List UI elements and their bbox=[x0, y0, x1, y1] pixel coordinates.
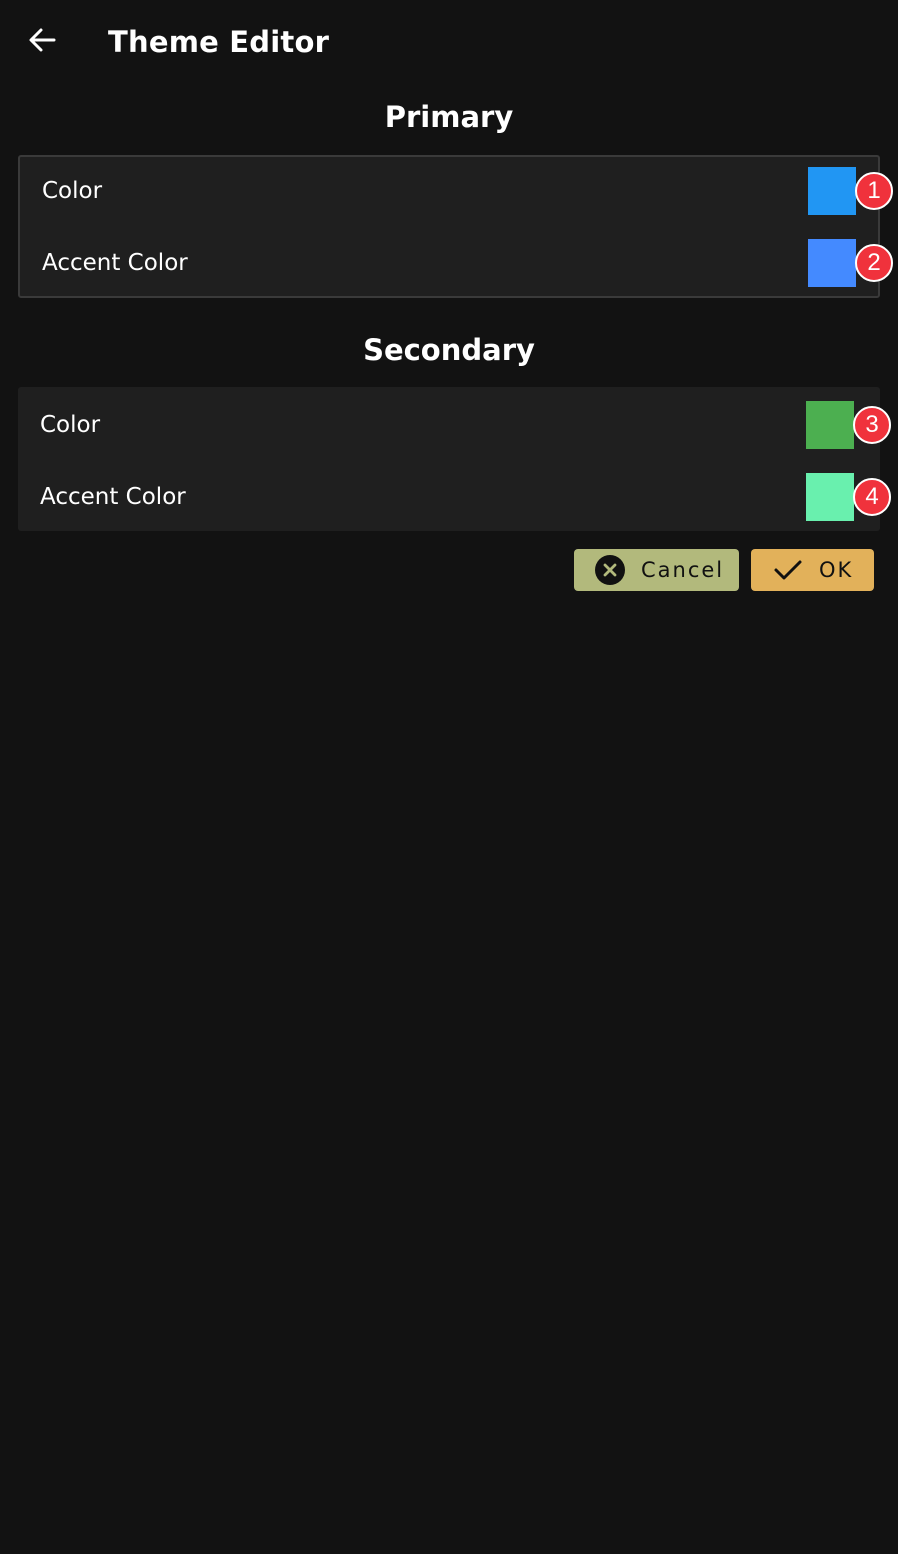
check-icon bbox=[773, 558, 803, 582]
section-title-secondary: Secondary bbox=[363, 333, 535, 367]
cancel-label: Cancel bbox=[641, 558, 725, 582]
row-label: Color bbox=[42, 178, 103, 204]
close-circle-icon bbox=[595, 555, 625, 585]
marker-badge: 1 bbox=[855, 172, 893, 210]
primary-colors-card: Color 1 Accent Color 2 bbox=[18, 155, 893, 298]
ok-button[interactable]: OK bbox=[751, 549, 874, 591]
section-title-primary: Primary bbox=[384, 100, 514, 134]
primary-accent-swatch[interactable] bbox=[808, 239, 856, 287]
secondary-accent-swatch[interactable] bbox=[806, 473, 854, 521]
app-bar: Theme Editor bbox=[0, 0, 898, 88]
secondary-color-row[interactable]: Color 3 bbox=[18, 395, 891, 455]
primary-color-row[interactable]: Color 1 bbox=[20, 161, 893, 221]
row-label: Accent Color bbox=[40, 484, 186, 510]
ok-label: OK bbox=[819, 558, 854, 582]
secondary-colors-card: Color 3 Accent Color 4 bbox=[18, 387, 891, 531]
page-title: Theme Editor bbox=[108, 25, 330, 59]
secondary-color-swatch[interactable] bbox=[806, 401, 854, 449]
arrow-left-icon bbox=[28, 27, 56, 57]
back-button[interactable] bbox=[18, 20, 66, 64]
primary-accent-color-row[interactable]: Accent Color 2 bbox=[20, 233, 893, 293]
primary-color-swatch[interactable] bbox=[808, 167, 856, 215]
marker-badge: 4 bbox=[853, 478, 891, 516]
theme-editor-screen: Theme Editor Primary Color 1 Accent Colo… bbox=[0, 0, 898, 1554]
marker-badge: 2 bbox=[855, 244, 893, 282]
marker-badge: 3 bbox=[853, 406, 891, 444]
row-label: Color bbox=[40, 412, 101, 438]
secondary-accent-color-row[interactable]: Accent Color 4 bbox=[18, 467, 891, 527]
cancel-button[interactable]: Cancel bbox=[574, 549, 739, 591]
row-label: Accent Color bbox=[42, 250, 188, 276]
